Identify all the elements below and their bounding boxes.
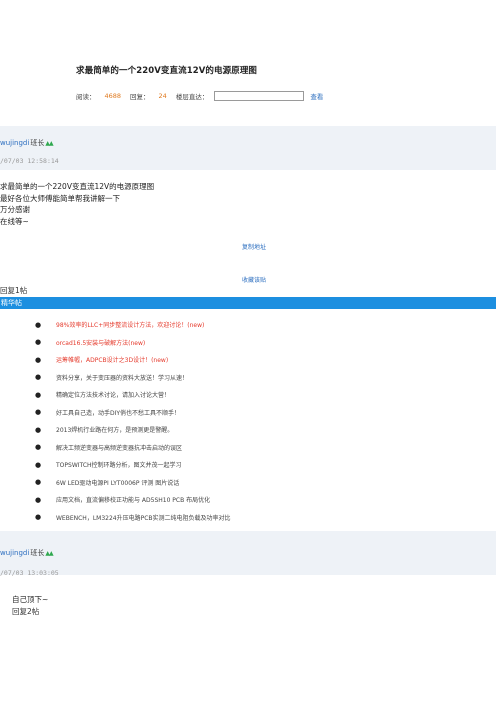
post-date: /07/03 13:03:05: [0, 569, 59, 577]
bullet-icon: ●: [35, 425, 42, 434]
list-item[interactable]: ● 解决工频逆变器与高频逆变器抗冲击启动的误区: [0, 439, 480, 457]
triangles-icon: ▲▲: [45, 139, 53, 147]
views-count: 4688: [104, 92, 122, 100]
list-item[interactable]: ● WEBENCH，LM3224升压电路PCB实测二纯电阻负载及功率对比: [0, 509, 480, 527]
bullet-icon: ●: [35, 390, 42, 399]
reply-number: 回复2帖: [12, 607, 40, 616]
featured-list: ● 98%效率的LLC+同步整流设计方法，欢迎讨论！(new) ● orcad16.…: [0, 316, 480, 526]
post-line: 在线等~: [0, 216, 29, 226]
bullet-icon: ●: [35, 478, 42, 487]
author-link[interactable]: wujingdi: [0, 549, 29, 557]
replies-label: 回复：: [130, 93, 150, 101]
author-rank: 班长: [30, 549, 45, 557]
list-item[interactable]: ● 运筹帷幄，ADPCB设计之3D设计！(new): [0, 351, 480, 369]
reply-number: 回复1帖: [0, 286, 28, 295]
thread-meta: 阅读： 4688 回复： 24 楼层直达： 查看: [76, 91, 323, 101]
author-rank: 班长: [30, 139, 45, 147]
bullet-icon: ●: [35, 320, 42, 329]
post-date: /07/03 12:58:14: [0, 157, 59, 165]
views-label: 阅读：: [76, 93, 96, 101]
post-line: 万分感谢: [0, 205, 30, 214]
bullet-icon: ●: [35, 338, 42, 347]
author-link[interactable]: wujingdi: [0, 139, 29, 147]
post-body: 自己顶下~: [12, 594, 48, 606]
bullet-icon: ●: [35, 373, 42, 382]
list-item[interactable]: ● 2013焊机行业路在何方，是预测更是警醒。: [0, 421, 480, 439]
list-item[interactable]: ● 6W LED驱动电源PI LYT0006P 评测 图片说话: [0, 474, 480, 492]
post-header: [0, 531, 496, 575]
bullet-icon: ●: [35, 408, 42, 417]
list-item[interactable]: ● 好工具自己造，动手DIY俏也不愁工具不顺手！: [0, 404, 480, 422]
thread-title: 求最简单的一个220V变直流12V的电源原理图: [76, 66, 258, 76]
bullet-icon: ●: [35, 443, 42, 452]
jump-view-link[interactable]: 查看: [310, 91, 323, 101]
favorite-post-link[interactable]: 收藏该贴: [242, 275, 266, 284]
replies-count: 24: [158, 92, 167, 100]
post-line: 最好各位大师傅能简单帮我讲解一下: [0, 193, 120, 203]
post-author: wujingdi 班长 ▲▲: [0, 548, 54, 558]
post-line: 自己顶下~: [12, 595, 49, 604]
list-item[interactable]: ● 应用文档，直流偏移校正功能与 AD5SH10 PCB 布局优化: [0, 491, 480, 509]
post-body: 求最简单的一个220V变直流12V的电源原理图 最好各位大师傅能简单帮我讲解一下…: [0, 181, 154, 227]
featured-header: 精华帖: [0, 297, 496, 309]
floor-jump-input[interactable]: [214, 91, 305, 101]
bullet-icon: ●: [35, 495, 42, 504]
list-item[interactable]: ● 精确定位方法技术讨论，请加入讨论大营！: [0, 386, 480, 404]
list-item[interactable]: ● orcad16.5安装与破解方法(new): [0, 334, 480, 352]
post-author: wujingdi 班长 ▲▲: [0, 138, 54, 148]
post-header: [0, 126, 496, 170]
triangles-icon: ▲▲: [45, 549, 53, 557]
list-item[interactable]: ● 资料分享，关于变压器的资料大放送！学习从速！: [0, 369, 480, 387]
post-line: 求最简单的一个220V变直流12V的电源原理图: [0, 182, 155, 191]
bullet-icon: ●: [35, 460, 42, 469]
list-item[interactable]: ● 98%效率的LLC+同步整流设计方法，欢迎讨论！(new): [0, 316, 480, 334]
list-item[interactable]: ● TOPSWITCH控制环路分析，图文并茂一起学习: [0, 456, 480, 474]
bullet-icon: ●: [35, 513, 42, 522]
jump-label: 楼层直达：: [175, 93, 209, 101]
bullet-icon: ●: [35, 355, 42, 364]
copy-address-link[interactable]: 复制地址: [242, 242, 266, 251]
